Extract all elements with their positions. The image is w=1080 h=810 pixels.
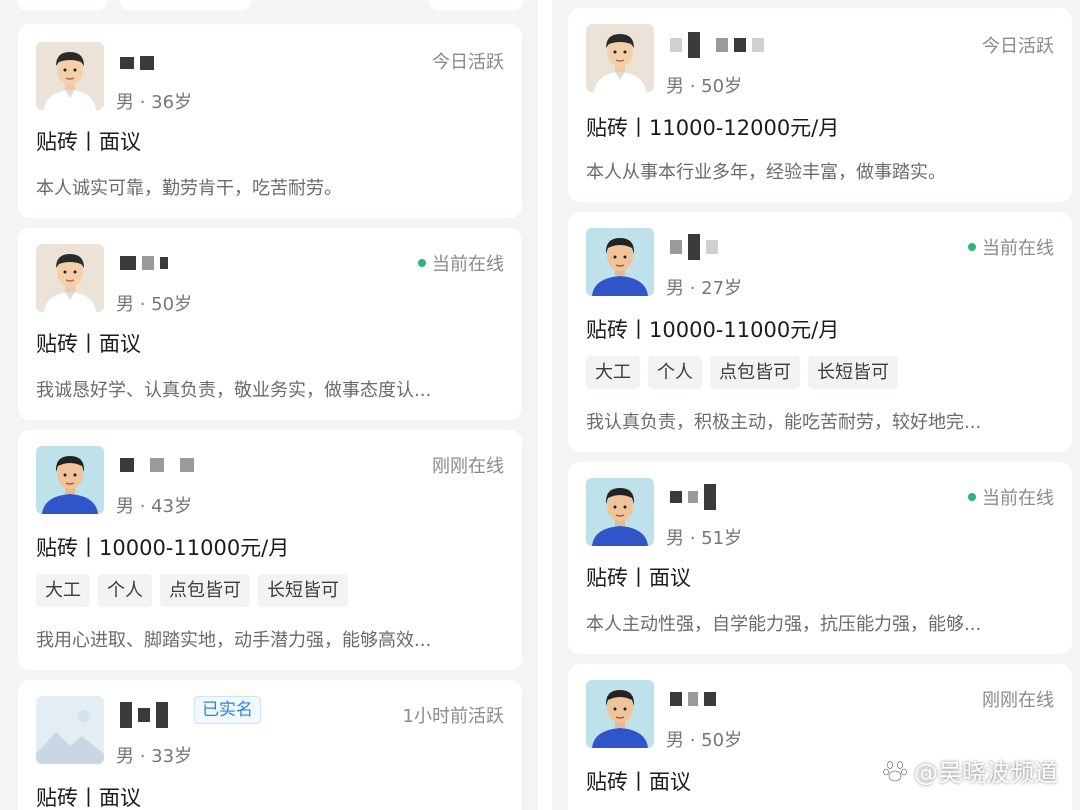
avatar: [36, 446, 104, 514]
job-title-salary: 贴砖丨面议: [586, 770, 691, 794]
online-dot-icon: [968, 243, 976, 251]
tag: 长短皆可: [258, 574, 348, 607]
placeholder-image-icon: [36, 696, 104, 764]
self-description: 我认真负责，积极主动，能吃苦耐劳，较好地完...: [586, 412, 982, 433]
masked-name: [670, 484, 716, 510]
job-title-salary: 贴砖丨10000-11000元/月: [586, 318, 840, 342]
avatar: [586, 680, 654, 748]
job-title-salary: 贴砖丨面议: [36, 786, 141, 810]
skill-tags: 大工 个人 点包皆可 长短皆可: [36, 574, 348, 607]
job-title-salary: 贴砖丨面议: [586, 566, 691, 590]
gender-age: 男 · 51岁: [666, 528, 743, 549]
self-description: 我诚恳好学、认真负责，敬业务实，做事态度认...: [36, 380, 432, 401]
self-description: 本人从事本行业多年，经验丰富，做事踏实。: [586, 162, 946, 183]
avatar: [36, 42, 104, 110]
gender-age: 男 · 33岁: [116, 746, 193, 767]
avatar: [36, 696, 104, 764]
job-title-salary: 贴砖丨面议: [36, 130, 141, 154]
worker-photo-icon: [36, 446, 104, 514]
activity-status: 刚刚在线: [982, 690, 1054, 711]
worker-card[interactable]: 今日活跃 男 · 50岁 贴砖丨11000-12000元/月 本人从事本行业多年…: [568, 8, 1072, 202]
activity-status: 刚刚在线: [432, 456, 504, 477]
gender-age: 男 · 50岁: [666, 730, 743, 751]
masked-name: [670, 32, 764, 58]
gender-age: 男 · 36岁: [116, 92, 193, 113]
masked-name: [120, 50, 154, 76]
left-column: 今日活跃 男 · 36岁 贴砖丨面议 本人诚实可靠，勤劳肯干，吃苦耐劳。 当前在…: [0, 0, 538, 810]
worker-card[interactable]: 刚刚在线 男 · 43岁 贴砖丨10000-11000元/月 大工 个人 点包皆…: [18, 430, 522, 670]
self-description: 我用心进取、脚踏实地，动手潜力强，能够高效...: [36, 630, 432, 651]
job-title-salary: 贴砖丨面议: [36, 332, 141, 356]
worker-photo-icon: [36, 42, 104, 110]
masked-name: [120, 452, 194, 478]
masked-name: [670, 234, 718, 260]
avatar: [586, 478, 654, 546]
masked-name: [120, 702, 168, 728]
activity-status: 今日活跃: [982, 36, 1054, 57]
worker-card[interactable]: 今日活跃 男 · 36岁 贴砖丨面议 本人诚实可靠，勤劳肯干，吃苦耐劳。: [18, 24, 522, 218]
gender-age: 男 · 27岁: [666, 278, 743, 299]
paw-icon: [883, 760, 907, 781]
activity-status: 当前在线: [418, 250, 504, 276]
tag: 个人: [648, 356, 702, 389]
worker-photo-icon: [36, 244, 104, 312]
activity-status: 当前在线: [968, 484, 1054, 510]
avatar: [36, 244, 104, 312]
filter-pill[interactable]: [430, 0, 522, 10]
tag: 大工: [586, 356, 640, 389]
worker-card[interactable]: 已实名 1小时前活跃 男 · 33岁 贴砖丨面议: [18, 680, 522, 810]
online-dot-icon: [968, 493, 976, 501]
watermark: @吴晓波频道: [882, 753, 1058, 788]
self-description: 本人主动性强，自学能力强，抗压能力强，能够...: [586, 614, 982, 635]
avatar: [586, 228, 654, 296]
tag: 长短皆可: [808, 356, 898, 389]
worker-photo-icon: [586, 228, 654, 296]
gender-age: 男 · 50岁: [116, 294, 193, 315]
skill-tags: 大工 个人 点包皆可 长短皆可: [586, 356, 898, 389]
activity-status: 1小时前活跃: [402, 706, 504, 727]
tag: 点包皆可: [160, 574, 250, 607]
gender-age: 男 · 50岁: [666, 76, 743, 97]
tag: 个人: [98, 574, 152, 607]
activity-status: 当前在线: [968, 234, 1054, 260]
column-divider: [538, 0, 552, 810]
filter-pill[interactable]: [18, 0, 106, 10]
masked-name: [120, 250, 168, 276]
avatar: [586, 24, 654, 92]
filter-pill[interactable]: [120, 0, 250, 10]
masked-name: [670, 686, 716, 712]
worker-photo-icon: [586, 478, 654, 546]
right-column: 今日活跃 男 · 50岁 贴砖丨11000-12000元/月 本人从事本行业多年…: [552, 0, 1080, 810]
job-title-salary: 贴砖丨10000-11000元/月: [36, 536, 290, 560]
verified-badge: 已实名: [194, 696, 261, 724]
gender-age: 男 · 43岁: [116, 496, 193, 517]
worker-card[interactable]: 刚刚在线 男 · 50岁 贴砖丨面议: [568, 664, 1072, 810]
worker-card[interactable]: 当前在线 男 · 27岁 贴砖丨10000-11000元/月 大工 个人 点包皆…: [568, 212, 1072, 452]
tag: 大工: [36, 574, 90, 607]
worker-card[interactable]: 当前在线 男 · 50岁 贴砖丨面议 我诚恳好学、认真负责，敬业务实，做事态度认…: [18, 228, 522, 420]
worker-photo-icon: [586, 680, 654, 748]
activity-status: 今日活跃: [432, 52, 504, 73]
tag: 点包皆可: [710, 356, 800, 389]
worker-photo-icon: [586, 24, 654, 92]
self-description: 本人诚实可靠，勤劳肯干，吃苦耐劳。: [36, 178, 342, 199]
worker-card[interactable]: 当前在线 男 · 51岁 贴砖丨面议 本人主动性强，自学能力强，抗压能力强，能够…: [568, 462, 1072, 654]
job-title-salary: 贴砖丨11000-12000元/月: [586, 116, 840, 140]
online-dot-icon: [418, 259, 426, 267]
